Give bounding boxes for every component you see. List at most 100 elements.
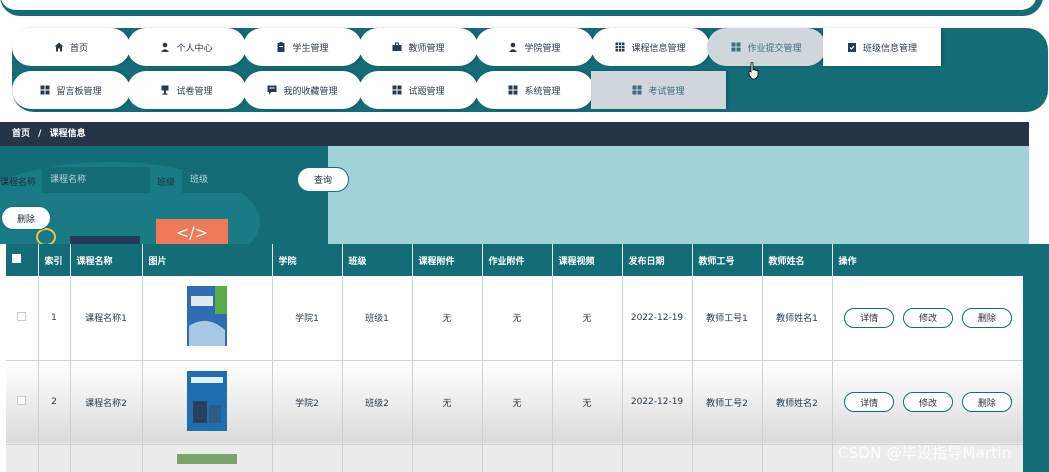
course-name-input[interactable]	[42, 167, 150, 193]
nav-item-homework-submit[interactable]: 作业提交管理	[707, 28, 826, 66]
cell-class: 班级1	[342, 276, 413, 361]
detail-button[interactable]: 详情	[844, 392, 895, 412]
nav-item-label: 教师管理	[408, 43, 445, 54]
cell-teacher-id: 教师工号1	[692, 276, 763, 361]
grid-icon	[731, 42, 741, 52]
class-label: 班级	[157, 178, 176, 188]
header-actions: 操作	[832, 244, 1025, 276]
nav-item-questions[interactable]: 试题管理	[359, 71, 478, 109]
grid-icon	[615, 42, 625, 52]
edit-button[interactable]: 修改	[903, 307, 953, 328]
cell-homework-file: 无	[482, 276, 553, 361]
chat-icon	[267, 85, 277, 95]
book-cover-image	[187, 286, 227, 347]
breadcrumb-separator: /	[38, 129, 42, 139]
course-name-label: 课程名称	[0, 178, 37, 188]
grid-icon	[632, 85, 642, 95]
header-homework-file: 作业附件	[482, 244, 553, 276]
right-border-strip	[1023, 244, 1049, 472]
query-button[interactable]: 查询	[297, 167, 349, 192]
nav-item-favorites[interactable]: 我的收藏管理	[243, 71, 362, 109]
header-teacher-name: 教师姓名	[762, 244, 833, 276]
cell-teacher-name: 教师姓名2	[762, 360, 833, 445]
user-icon	[160, 42, 170, 52]
nav-item-teachers[interactable]: 教师管理	[359, 28, 478, 66]
row-delete-button[interactable]: 删除	[961, 307, 1012, 328]
nav-item-label: 学生管理	[292, 43, 329, 54]
nav-item-label: 留言板管理	[56, 86, 102, 97]
cell-image	[142, 276, 273, 361]
table-row: 2 课程名称2 学院2 班级2 无 无 无 2022-12-19 教师工号2 教…	[6, 360, 1025, 445]
nav-item-exams[interactable]: 考试管理	[591, 71, 726, 109]
header-teacher-id: 教师工号	[692, 244, 763, 276]
code-illustration: </>	[156, 219, 228, 246]
header-index: 索引	[38, 244, 71, 276]
breadcrumb-current: 课程信息	[49, 129, 86, 139]
briefcase-icon	[392, 42, 402, 52]
nav-item-class-info[interactable]: 班级信息管理	[823, 28, 941, 66]
cell-course-name: 课程名称1	[70, 276, 143, 361]
top-header-strip	[0, 0, 1049, 20]
table-row: 1 课程名称1 学院1 班级1 无 无 无 2022-12-19 教师工号1 教…	[6, 276, 1025, 361]
cell-class: 班级2	[342, 360, 413, 445]
cell-course-name: 课程名称2	[70, 360, 143, 445]
nav-item-label: 学院管理	[524, 43, 561, 54]
nav-item-profile[interactable]: 个人中心	[127, 28, 246, 66]
header-image: 图片	[142, 244, 273, 276]
cell-teacher-id: 教师工号2	[692, 360, 763, 445]
grid-icon	[392, 85, 402, 95]
nav-item-label: 班级信息管理	[862, 43, 917, 54]
nav-menu-row-1: 首页 个人中心 学生管理 教师管理 学院管理 课程信息管理 作业提交管理 班级信…	[12, 28, 941, 68]
row-checkbox[interactable]	[6, 360, 39, 445]
check-clipboard-icon	[847, 42, 857, 52]
course-table: 索引 课程名称 图片 学院 班级 课程附件 作业附件 课程视频 发布日期 教师工…	[6, 244, 1025, 472]
header-class: 班级	[342, 244, 413, 276]
cell-date: 2022-12-19	[622, 360, 693, 445]
breadcrumb-home[interactable]: 首页	[12, 129, 30, 139]
home-icon	[54, 42, 64, 52]
top-header-inner	[0, 0, 1037, 10]
nav-item-label: 首页	[69, 43, 88, 54]
nav-item-colleges[interactable]: 学院管理	[475, 28, 594, 66]
nav-item-home[interactable]: 首页	[12, 28, 130, 66]
cell-image	[142, 444, 273, 472]
book-cover-image	[187, 370, 227, 431]
nav-item-label: 试题管理	[408, 86, 445, 97]
row-checkbox[interactable]	[6, 276, 39, 361]
detail-button[interactable]: 详情	[844, 307, 895, 328]
nav-item-students[interactable]: 学生管理	[243, 28, 362, 66]
row-delete-button[interactable]: 删除	[961, 392, 1012, 412]
nav-item-course-info[interactable]: 课程信息管理	[591, 28, 710, 66]
nav-menu-row-2: 留言板管理 试卷管理 我的收藏管理 试题管理 系统管理 考试管理	[12, 71, 726, 111]
clipboard-icon	[276, 42, 286, 52]
cell-actions: 详情 修改 删除	[832, 276, 1025, 361]
cell-actions: 详情 修改 删除	[832, 360, 1025, 445]
grid-icon	[40, 85, 50, 95]
table-header-row: 索引 课程名称 图片 学院 班级 课程附件 作业附件 课程视频 发布日期 教师工…	[6, 244, 1025, 276]
cell-video: 无	[552, 276, 623, 361]
cell-course-file: 无	[412, 360, 483, 445]
nav-item-label: 系统管理	[524, 86, 561, 97]
select-all-checkbox[interactable]	[6, 244, 39, 276]
delete-button[interactable]: 删除	[1, 206, 51, 230]
breadcrumb: 首页 / 课程信息	[0, 122, 1029, 146]
cell-homework-file: 无	[482, 360, 553, 445]
nav-item-label: 考试管理	[648, 86, 685, 97]
header-course-name: 课程名称	[70, 244, 143, 276]
nav-item-label: 作业提交管理	[747, 43, 802, 54]
header-date: 发布日期	[622, 244, 693, 276]
header-video: 课程视频	[552, 244, 623, 276]
cell-video: 无	[552, 360, 623, 445]
book-cover-image	[177, 453, 237, 464]
hand-cursor-icon	[748, 62, 759, 80]
nav-item-exam-papers[interactable]: 试卷管理	[127, 71, 246, 109]
nav-item-message-board[interactable]: 留言板管理	[12, 71, 130, 109]
nav-item-system[interactable]: 系统管理	[475, 71, 594, 109]
nav-item-label: 个人中心	[176, 43, 213, 54]
class-input[interactable]	[182, 167, 290, 193]
nav-item-label: 我的收藏管理	[283, 86, 338, 97]
cell-index: 2	[38, 360, 71, 445]
cell-image	[142, 360, 273, 445]
cell-college: 学院1	[272, 276, 343, 361]
edit-button[interactable]: 修改	[903, 392, 953, 412]
